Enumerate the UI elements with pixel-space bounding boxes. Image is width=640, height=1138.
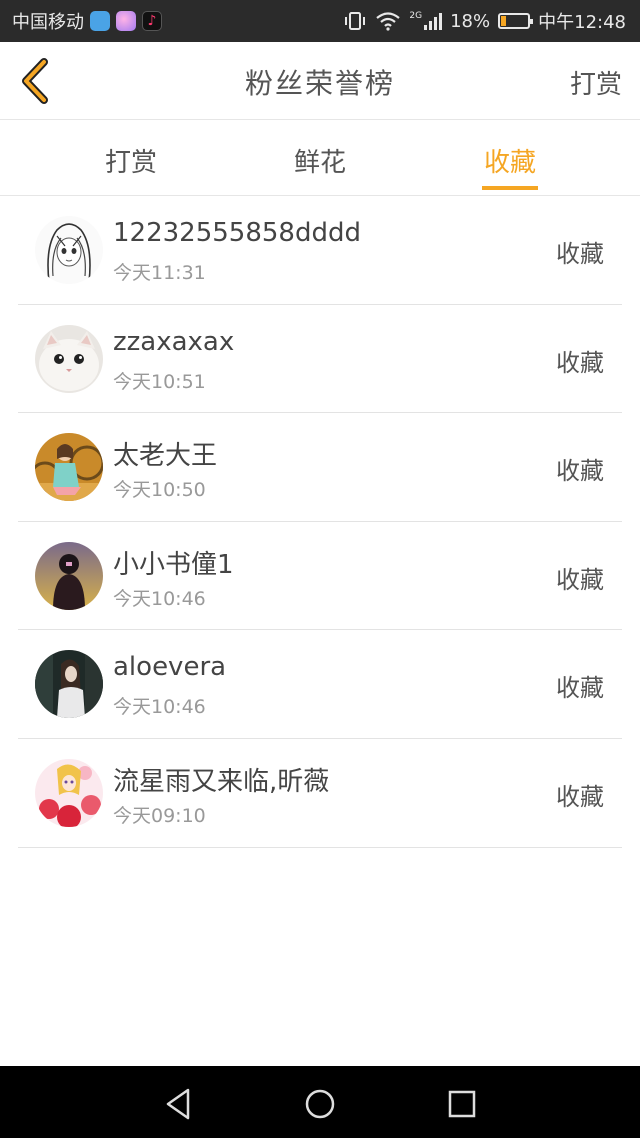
list-item[interactable]: zzaxaxax 今天10:51 收藏 bbox=[18, 305, 622, 414]
favorite-label: 收藏 bbox=[556, 240, 604, 268]
tiktok-app-icon: ♪ bbox=[142, 11, 162, 31]
fan-list: 12232555858dddd 今天11:31 收藏 zzaxaxax 今天10… bbox=[0, 196, 640, 848]
favorite-label: 收藏 bbox=[556, 457, 604, 486]
user-name: 12232555858dddd bbox=[113, 218, 361, 248]
clock: 中午12:48 bbox=[538, 12, 626, 33]
active-tab-indicator bbox=[482, 186, 538, 190]
tip-button[interactable]: 打赏 bbox=[570, 64, 622, 101]
user-name: 流星雨又来临,昕薇 bbox=[113, 766, 330, 797]
list-item[interactable]: 12232555858dddd 今天11:31 收藏 bbox=[18, 196, 622, 305]
tab-flowers[interactable]: 鲜花 bbox=[260, 142, 380, 179]
navigation-bar bbox=[0, 1066, 640, 1138]
list-item[interactable]: 太老大王 今天10:50 收藏 bbox=[18, 413, 622, 522]
home-circle-icon[interactable] bbox=[300, 1084, 340, 1124]
timestamp: 今天10:51 bbox=[113, 370, 206, 393]
user-name: zzaxaxax bbox=[113, 326, 235, 357]
tab-bar: 打赏 鲜花 收藏 bbox=[0, 120, 640, 196]
tab-favorites[interactable]: 收藏 bbox=[450, 142, 570, 179]
timestamp: 今天10:50 bbox=[113, 479, 206, 502]
timestamp: 今天09:10 bbox=[113, 804, 206, 827]
carrier-label: 中国移动 bbox=[12, 12, 84, 33]
timestamp: 今天10:46 bbox=[113, 587, 206, 610]
list-item[interactable]: 小小书僮1 今天10:46 收藏 bbox=[18, 522, 622, 631]
timestamp: 今天11:31 bbox=[113, 262, 206, 284]
candy-app-icon bbox=[116, 11, 136, 31]
timestamp: 今天10:46 bbox=[113, 696, 206, 719]
girl-dark-avatar bbox=[35, 650, 103, 719]
anime-flowers-avatar bbox=[35, 758, 103, 827]
page-title: 粉丝荣誉榜 bbox=[244, 67, 395, 100]
tab-tip[interactable]: 打赏 bbox=[71, 142, 191, 179]
girl-back-avatar bbox=[35, 541, 103, 610]
favorite-label: 收藏 bbox=[556, 674, 604, 703]
user-name: aloevera bbox=[113, 652, 227, 683]
app-header: 粉丝荣誉榜 打赏 bbox=[0, 42, 640, 120]
status-right: 2G 18% 中午12:48 bbox=[343, 8, 640, 34]
list-item[interactable]: 流星雨又来临,昕薇 今天09:10 收藏 bbox=[18, 739, 622, 848]
white-cat-avatar bbox=[35, 324, 103, 393]
battery-percent: 18% bbox=[450, 10, 491, 32]
back-triangle-icon[interactable] bbox=[158, 1084, 198, 1124]
sketch-girl-avatar bbox=[35, 216, 103, 284]
shield-app-icon bbox=[90, 11, 110, 31]
network-type: 2G bbox=[409, 11, 423, 21]
user-name: 太老大王 bbox=[113, 441, 218, 472]
recents-square-icon[interactable] bbox=[442, 1084, 482, 1124]
battery-icon bbox=[498, 13, 534, 29]
girl-bicycle-avatar bbox=[35, 433, 103, 502]
status-bar: 中国移动 ♪ 2G 18% 中午12:48 bbox=[0, 0, 640, 42]
list-item[interactable]: aloevera 今天10:46 收藏 bbox=[18, 630, 622, 739]
user-name: 小小书僮1 bbox=[113, 549, 234, 580]
signal-icon bbox=[424, 12, 443, 30]
vibrate-icon bbox=[345, 12, 366, 30]
favorite-label: 收藏 bbox=[556, 348, 604, 377]
favorite-label: 收藏 bbox=[556, 565, 604, 594]
wifi-icon bbox=[376, 12, 401, 31]
favorite-label: 收藏 bbox=[556, 782, 604, 811]
status-left: 中国移动 ♪ bbox=[0, 8, 162, 34]
